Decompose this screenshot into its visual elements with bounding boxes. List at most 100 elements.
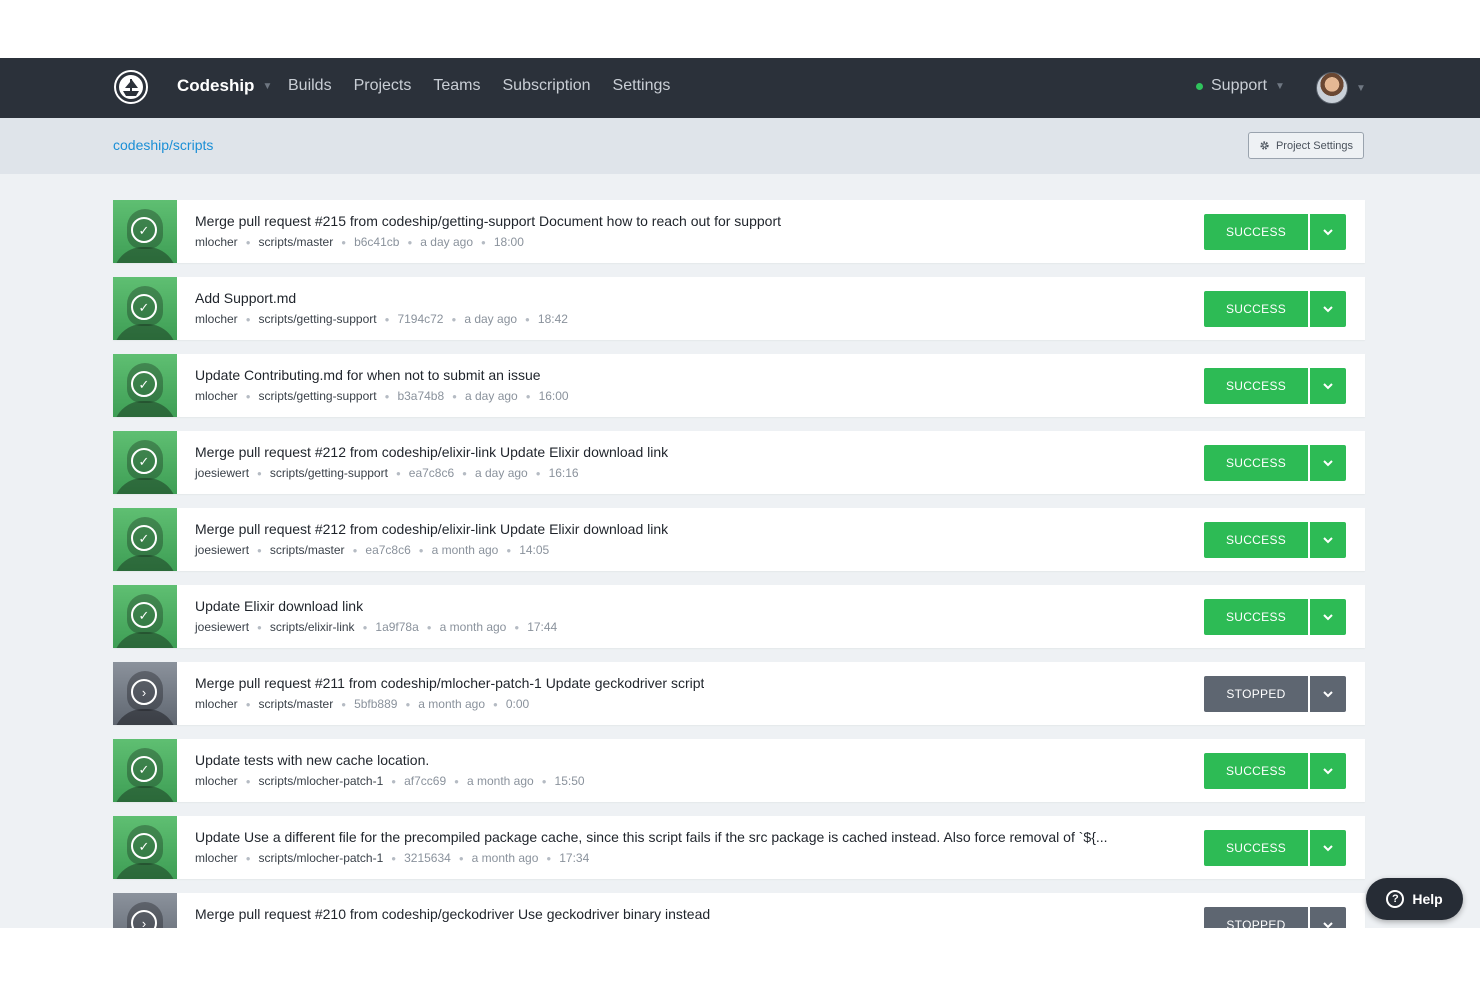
build-message[interactable]: Update Contributing.md for when not to s…: [195, 367, 541, 383]
separator-dot: ●: [407, 237, 413, 247]
codeship-logo-icon[interactable]: [113, 69, 149, 105]
separator-dot: ●: [245, 699, 251, 709]
separator-dot: ●: [384, 314, 390, 324]
build-branch[interactable]: scripts/master: [270, 543, 345, 557]
status-button[interactable]: SUCCESS: [1204, 599, 1308, 635]
chevron-right-circle-icon: ›: [131, 679, 157, 705]
separator-dot: ●: [341, 237, 347, 247]
build-duration: 18:00: [493, 235, 524, 249]
build-row[interactable]: › Merge pull request #211 from codeship/…: [113, 662, 1365, 725]
status-button[interactable]: SUCCESS: [1204, 445, 1308, 481]
separator-dot: ●: [257, 468, 262, 478]
build-branch[interactable]: scripts/master: [259, 235, 334, 249]
build-author[interactable]: mlocher: [195, 389, 238, 403]
status-button[interactable]: SUCCESS: [1204, 522, 1308, 558]
status-button[interactable]: SUCCESS: [1204, 830, 1308, 866]
project-settings-button[interactable]: Project Settings: [1248, 132, 1364, 159]
status-dropdown-button[interactable]: [1310, 214, 1346, 250]
build-message[interactable]: Merge pull request #212 from codeship/el…: [195, 521, 668, 537]
build-row[interactable]: ✓ Update Contributing.md for when not to…: [113, 354, 1365, 417]
status-button[interactable]: SUCCESS: [1204, 753, 1308, 789]
build-commit[interactable]: 1a9f78a: [375, 620, 418, 634]
build-row[interactable]: ✓ Update tests with new cache location. …: [113, 739, 1365, 802]
build-row[interactable]: ✓ Update Elixir download link joesiewert…: [113, 585, 1365, 648]
build-author[interactable]: mlocher: [195, 851, 238, 865]
build-branch[interactable]: scripts/getting-support: [259, 312, 377, 326]
avatar-shoulders-shape: [113, 786, 177, 802]
build-branch[interactable]: scripts/mlocher-patch-1: [259, 851, 384, 865]
build-message[interactable]: Update Use a different file for the prec…: [195, 829, 1108, 845]
build-author[interactable]: mlocher: [195, 235, 238, 249]
build-row[interactable]: ✓ Add Support.md mlocher ● scripts/getti…: [113, 277, 1365, 340]
build-commit[interactable]: 5bfb889: [354, 697, 397, 711]
build-message[interactable]: Merge pull request #212 from codeship/el…: [195, 444, 668, 460]
build-commit[interactable]: ea7c8c6: [409, 466, 454, 480]
build-commit[interactable]: b6c41cb: [354, 235, 399, 249]
status-button[interactable]: SUCCESS: [1204, 368, 1308, 404]
status-button[interactable]: SUCCESS: [1204, 291, 1308, 327]
separator-dot: ●: [352, 545, 358, 555]
user-menu[interactable]: ▼: [1316, 72, 1366, 104]
build-author[interactable]: mlocher: [195, 312, 238, 326]
status-dropdown-button[interactable]: [1310, 291, 1346, 327]
project-header: codeship/scripts Project Settings: [0, 118, 1480, 174]
build-branch[interactable]: scripts/mlocher-patch-1: [259, 774, 384, 788]
build-row[interactable]: › Merge pull request #210 from codeship/…: [113, 893, 1365, 928]
build-author[interactable]: joesiewert: [195, 543, 249, 557]
build-author[interactable]: mlocher: [195, 697, 238, 711]
build-commit[interactable]: 7194c72: [397, 312, 443, 326]
build-commit[interactable]: ea7c8c6: [365, 543, 410, 557]
avatar-shoulders-shape: [113, 478, 177, 494]
status-button[interactable]: SUCCESS: [1204, 214, 1308, 250]
nav-link-subscription[interactable]: Subscription: [503, 77, 591, 95]
breadcrumb[interactable]: codeship/scripts: [113, 137, 213, 153]
build-row[interactable]: ✓ Update Use a different file for the pr…: [113, 816, 1365, 879]
app-frame: Codeship ▼ Builds Projects Teams Subscri…: [0, 58, 1480, 928]
build-time: a month ago: [431, 543, 499, 557]
build-branch[interactable]: scripts/getting-support: [270, 466, 388, 480]
status-dropdown-button[interactable]: [1310, 830, 1346, 866]
build-commit[interactable]: 3215634: [404, 851, 451, 865]
build-message[interactable]: Add Support.md: [195, 290, 296, 306]
status-button[interactable]: STOPPED: [1204, 676, 1308, 712]
build-meta: mlocher ● scripts/master ● b6c41cb ● a d…: [195, 235, 524, 249]
support-menu[interactable]: Support ▼: [1196, 77, 1285, 95]
status-dropdown-button[interactable]: [1310, 676, 1346, 712]
build-branch[interactable]: scripts/elixir-link: [270, 620, 355, 634]
build-author[interactable]: mlocher: [195, 774, 238, 788]
nav-link-settings[interactable]: Settings: [613, 77, 671, 95]
build-message[interactable]: Merge pull request #215 from codeship/ge…: [195, 213, 781, 229]
build-message[interactable]: Update Elixir download link: [195, 598, 363, 614]
build-row[interactable]: ✓ Merge pull request #212 from codeship/…: [113, 431, 1365, 494]
build-branch[interactable]: scripts/master: [259, 697, 334, 711]
build-status: SUCCESS: [1204, 368, 1346, 404]
status-button[interactable]: STOPPED: [1204, 907, 1308, 928]
status-dropdown-button[interactable]: [1310, 368, 1346, 404]
build-row[interactable]: ✓ Merge pull request #215 from codeship/…: [113, 200, 1365, 263]
build-branch[interactable]: scripts/getting-support: [259, 389, 377, 403]
status-dropdown-button[interactable]: [1310, 599, 1346, 635]
nav-link-builds[interactable]: Builds: [288, 77, 332, 95]
status-dropdown-button[interactable]: [1310, 522, 1346, 558]
org-switcher[interactable]: Codeship ▼: [177, 76, 272, 96]
nav-link-teams[interactable]: Teams: [433, 77, 480, 95]
build-avatar: ✓: [113, 508, 177, 571]
build-row[interactable]: ✓ Merge pull request #212 from codeship/…: [113, 508, 1365, 571]
check-circle-icon: ✓: [131, 833, 157, 859]
status-dropdown-button[interactable]: [1310, 907, 1346, 928]
status-dropdown-button[interactable]: [1310, 753, 1346, 789]
build-author[interactable]: joesiewert: [195, 620, 249, 634]
nav-link-projects[interactable]: Projects: [354, 77, 412, 95]
build-author[interactable]: joesiewert: [195, 466, 249, 480]
status-dropdown-button[interactable]: [1310, 445, 1346, 481]
chevron-down-icon: [1323, 690, 1333, 697]
build-message[interactable]: Merge pull request #211 from codeship/ml…: [195, 675, 704, 691]
build-meta: mlocher ● scripts/master ● 5bfb889 ● a m…: [195, 697, 529, 711]
build-commit[interactable]: af7cc69: [404, 774, 446, 788]
build-message[interactable]: Update tests with new cache location.: [195, 752, 429, 768]
build-message[interactable]: Merge pull request #210 from codeship/ge…: [195, 906, 710, 922]
chevron-down-icon: ▼: [1275, 80, 1285, 92]
build-commit[interactable]: b3a74b8: [397, 389, 444, 403]
help-button[interactable]: ? Help: [1366, 878, 1463, 920]
build-time: a month ago: [418, 697, 486, 711]
